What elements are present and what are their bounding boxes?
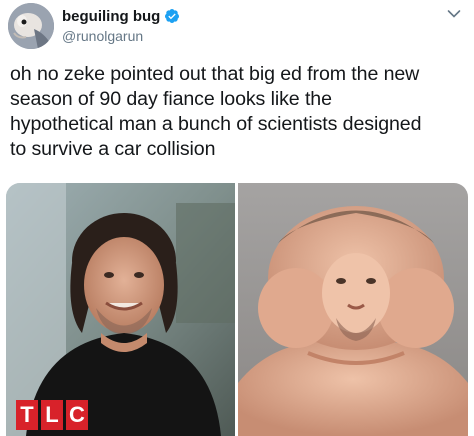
tweet-media[interactable]: T L C: [6, 183, 468, 436]
media-photo-right[interactable]: [238, 183, 468, 436]
tlc-logo: T L C: [16, 400, 88, 430]
tweet-text-line: hypothetical man a bunch of scientists d…: [10, 113, 422, 135]
tlc-logo-letter: T: [16, 400, 38, 430]
tlc-logo-letter: L: [41, 400, 63, 430]
avatar-image: [8, 3, 54, 49]
verified-badge-icon: [165, 9, 180, 23]
sculpture-figure-image: [238, 183, 468, 436]
avatar[interactable]: [8, 3, 54, 49]
tlc-logo-letter: C: [66, 400, 88, 430]
tweet-text-line: to survive a car collision: [10, 138, 216, 160]
author-handle[interactable]: @runolgarun: [62, 28, 143, 44]
media-photo-left[interactable]: T L C: [6, 183, 235, 436]
tweet-card: beguiling bug @runolgarun oh no zeke poi…: [0, 0, 474, 436]
tweet-text: oh no zeke pointed out that big ed from …: [10, 62, 466, 162]
author-name-row: beguiling bug: [62, 6, 180, 26]
tweet-text-line: oh no zeke pointed out that big ed from …: [10, 63, 420, 85]
display-name[interactable]: beguiling bug: [62, 8, 160, 25]
man-portrait-image: [6, 183, 235, 436]
chevron-down-icon[interactable]: [446, 6, 462, 22]
tweet-text-line: season of 90 day fiance looks like the: [10, 88, 332, 110]
